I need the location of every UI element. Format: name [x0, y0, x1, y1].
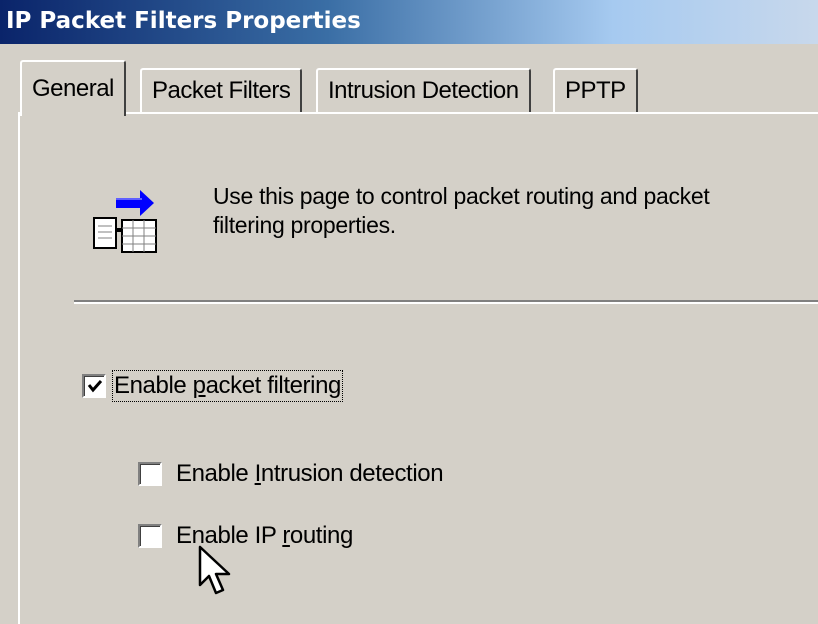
enable-packet-filtering-row[interactable]: Enable packet filtering [82, 370, 343, 402]
enable-packet-filtering-label: Enable packet filtering [112, 370, 343, 402]
tab-pptp[interactable]: PPTP [553, 68, 638, 112]
tab-general-label: General [32, 75, 114, 102]
tab-intrusion-detection-label: Intrusion Detection [328, 77, 519, 104]
section-divider [74, 300, 818, 304]
enable-ip-routing-checkbox[interactable] [138, 524, 162, 548]
enable-packet-filtering-checkbox[interactable] [82, 374, 106, 398]
packet-filter-icon [93, 190, 157, 253]
tab-pptp-label: PPTP [565, 77, 626, 104]
description-line-1: Use this page to control packet routing … [213, 183, 710, 209]
general-description: Use this page to control packet routing … [213, 182, 813, 240]
enable-ip-routing-row[interactable]: Enable IP routing [138, 522, 353, 550]
enable-intrusion-detection-row[interactable]: Enable Intrusion detection [138, 460, 444, 488]
description-line-2: filtering properties. [213, 212, 396, 238]
tab-intrusion-detection[interactable]: Intrusion Detection [316, 68, 531, 112]
tab-packet-filters[interactable]: Packet Filters [140, 68, 303, 112]
title-bar[interactable]: IP Packet Filters Properties [0, 0, 818, 44]
enable-intrusion-detection-checkbox[interactable] [138, 462, 162, 486]
window-title: IP Packet Filters Properties [6, 8, 361, 34]
tab-packet-filters-label: Packet Filters [152, 77, 291, 104]
mouse-pointer-icon [198, 545, 231, 595]
enable-intrusion-detection-label: Enable Intrusion detection [176, 460, 444, 487]
tab-general[interactable]: General [20, 60, 126, 116]
checkmark-icon [87, 380, 103, 393]
properties-dialog: IP Packet Filters Properties General Pac… [0, 0, 818, 624]
